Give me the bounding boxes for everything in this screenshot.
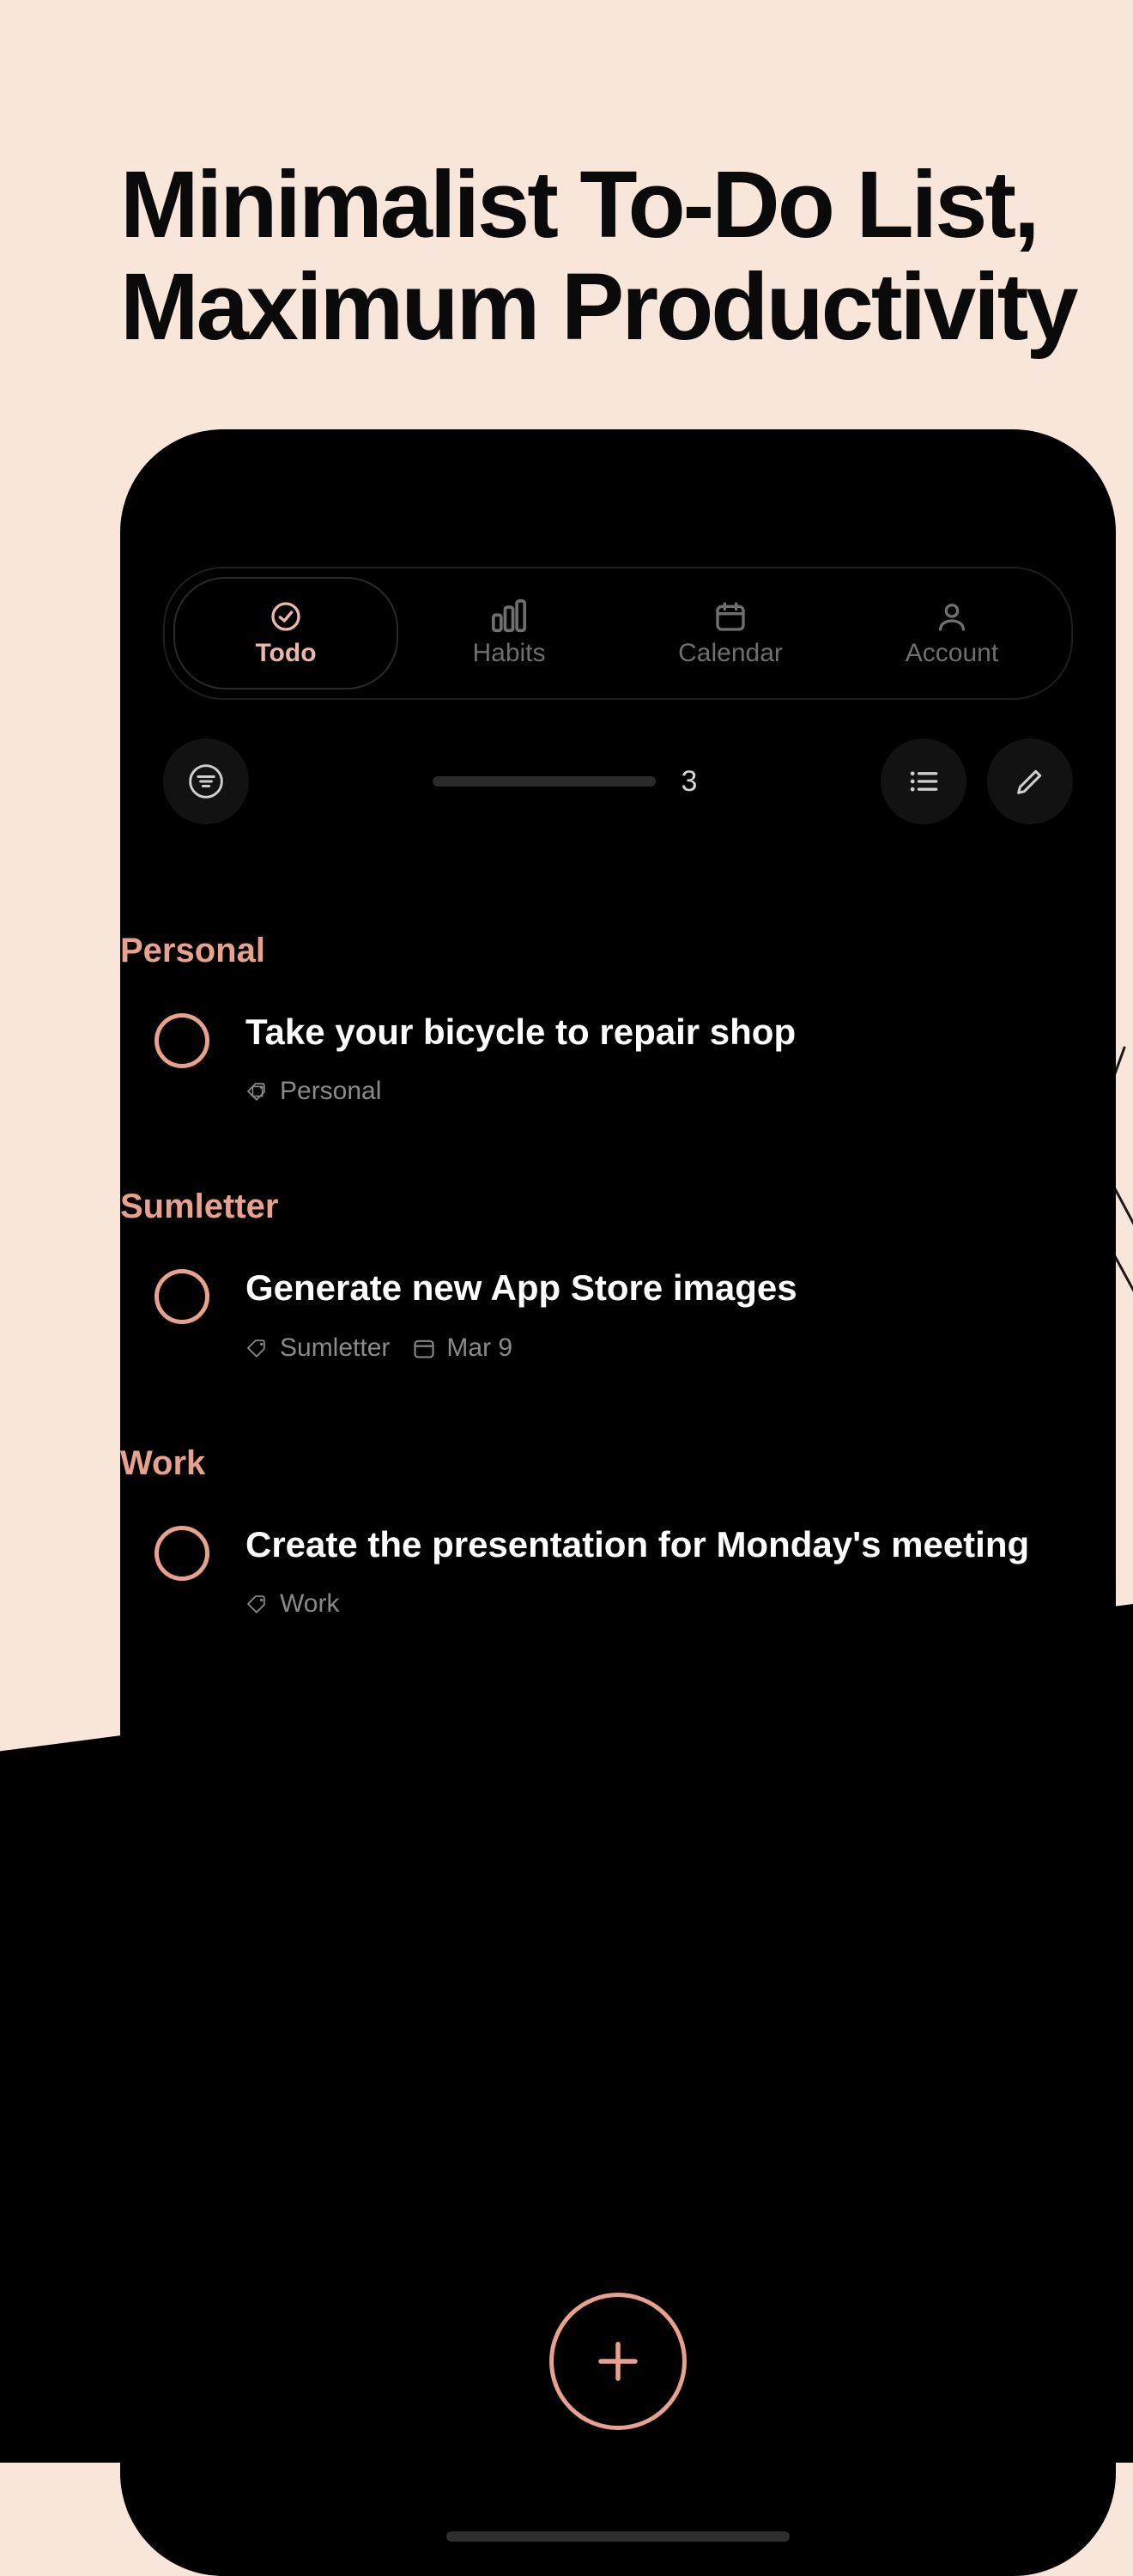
list-icon bbox=[905, 762, 942, 800]
task-checkbox[interactable] bbox=[154, 1269, 209, 1324]
tab-habits[interactable]: Habits bbox=[398, 577, 620, 690]
calendar-icon bbox=[713, 599, 748, 634]
section-title: Work bbox=[120, 1444, 1056, 1483]
section-sumletter: Sumletter Generate new App Store images … bbox=[163, 1188, 1056, 1362]
tab-account[interactable]: Account bbox=[841, 577, 1063, 690]
tab-label: Account bbox=[906, 639, 998, 668]
filter-icon bbox=[187, 762, 225, 800]
pencil-icon bbox=[1013, 764, 1047, 799]
task-checkbox[interactable] bbox=[154, 1013, 209, 1068]
tag-icon bbox=[245, 1079, 270, 1103]
task-tag: Sumletter bbox=[245, 1334, 390, 1363]
home-indicator bbox=[446, 2531, 790, 2542]
bar-chart-icon bbox=[490, 599, 528, 634]
tab-label: Todo bbox=[255, 639, 316, 668]
phone-frame: Todo Habits Calendar Accou bbox=[120, 429, 1116, 2576]
todo-toolbar: 3 bbox=[163, 734, 1073, 829]
check-circle-icon bbox=[269, 599, 303, 634]
task-checkbox[interactable] bbox=[154, 1526, 209, 1581]
headline-line-2: Maximum Productivity bbox=[120, 257, 1076, 359]
add-task-button[interactable] bbox=[549, 2293, 687, 2430]
section-personal: Personal Take your bicycle to repair sho… bbox=[163, 932, 1056, 1106]
section-title: Personal bbox=[120, 932, 1056, 970]
task-tag: Work bbox=[245, 1589, 339, 1619]
tab-label: Habits bbox=[472, 639, 545, 668]
todo-sections: Personal Take your bicycle to repair sho… bbox=[163, 932, 1073, 1619]
tab-label: Calendar bbox=[678, 639, 783, 668]
list-view-button[interactable] bbox=[881, 738, 966, 824]
task-title: Create the presentation for Monday's mee… bbox=[245, 1524, 1056, 1565]
calendar-small-icon bbox=[412, 1336, 436, 1360]
headline-line-1: Minimalist To-Do List, bbox=[120, 155, 1076, 257]
task-date: Mar 9 bbox=[412, 1334, 512, 1363]
tab-todo[interactable]: Todo bbox=[173, 577, 398, 690]
tag-icon bbox=[245, 1336, 270, 1360]
section-work: Work Create the presentation for Monday'… bbox=[163, 1444, 1056, 1619]
task-item[interactable]: Take your bicycle to repair shop Persona… bbox=[154, 1006, 1056, 1106]
task-title: Generate new App Store images bbox=[245, 1267, 1056, 1309]
plus-icon bbox=[592, 2336, 644, 2387]
tag-icon bbox=[245, 1592, 270, 1616]
filter-button[interactable] bbox=[163, 738, 249, 824]
progress-indicator: 3 bbox=[433, 765, 698, 799]
task-tag: Personal bbox=[245, 1077, 381, 1106]
progress-count: 3 bbox=[682, 765, 698, 799]
task-item[interactable]: Generate new App Store images Sumletter bbox=[154, 1262, 1056, 1362]
tab-calendar[interactable]: Calendar bbox=[620, 577, 841, 690]
edit-button[interactable] bbox=[987, 738, 1073, 824]
task-date-label: Mar 9 bbox=[446, 1334, 512, 1363]
task-item[interactable]: Create the presentation for Monday's mee… bbox=[154, 1519, 1056, 1619]
task-tag-label: Work bbox=[280, 1589, 339, 1619]
task-tag-label: Sumletter bbox=[280, 1334, 390, 1363]
marketing-headline: Minimalist To-Do List, Maximum Productiv… bbox=[120, 155, 1076, 359]
progress-track bbox=[433, 776, 656, 787]
top-nav: Todo Habits Calendar Accou bbox=[163, 567, 1073, 700]
task-title: Take your bicycle to repair shop bbox=[245, 1012, 1056, 1053]
task-tag-label: Personal bbox=[280, 1077, 381, 1106]
person-icon bbox=[935, 599, 969, 634]
section-title: Sumletter bbox=[120, 1188, 1056, 1226]
